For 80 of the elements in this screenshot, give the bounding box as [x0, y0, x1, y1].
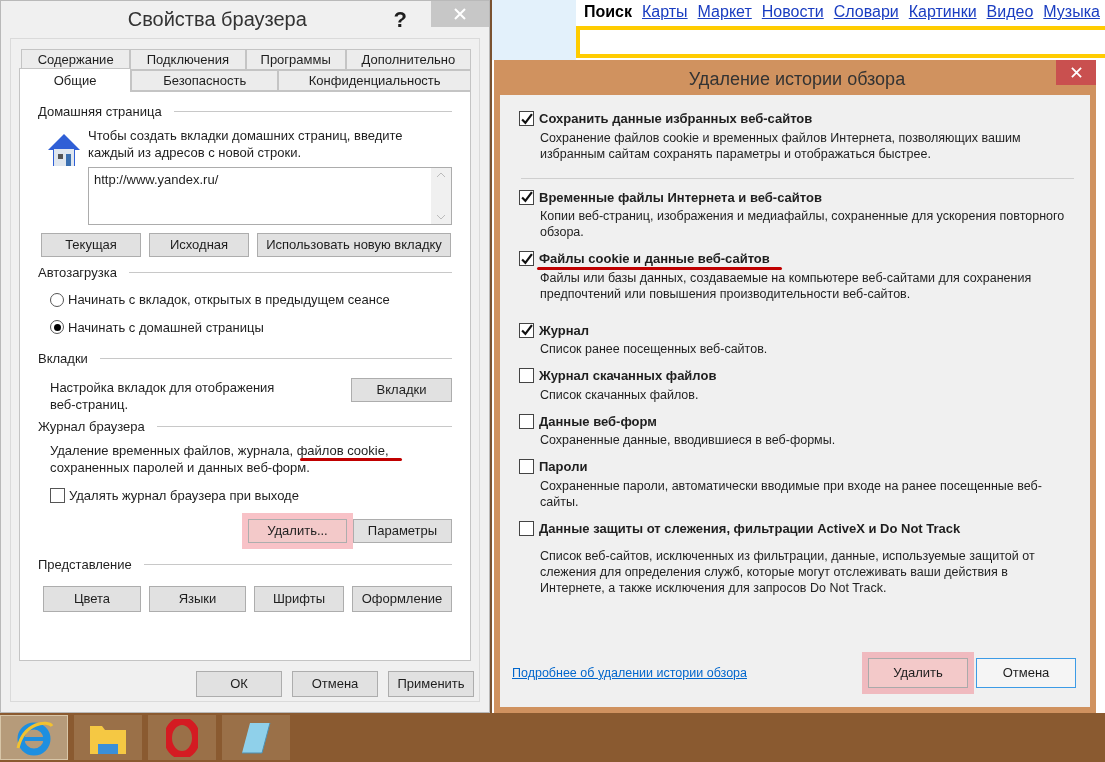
close-icon — [1070, 67, 1082, 78]
section-heading: Представление — [38, 555, 132, 574]
taskbar-button[interactable] — [74, 715, 142, 760]
o-logo-icon — [166, 718, 198, 757]
description-text: Удаление временных файлов, журнала, файлов cookie, сохраненных паролей и данных веб-форм. — [50, 442, 390, 476]
description-text: Сохраненные пароли, автоматически вводимые при входе на ранее посещенные веб-сайты. — [539, 477, 1043, 510]
description-text: Сохраненные данные, вводившиеся в веб-формы. — [539, 432, 837, 448]
tab[interactable]: Безопасность — [131, 70, 279, 91]
checkbox[interactable] — [519, 520, 534, 536]
hint-text: Чтобы создать вкладки домашних страниц, введите каждый из адресов с новой строки. — [88, 126, 404, 161]
button[interactable]: Текущая — [41, 232, 141, 257]
close-icon — [454, 8, 466, 20]
taskbar-button[interactable] — [222, 715, 290, 760]
nav-link[interactable]: Видео — [986, 1, 1034, 23]
button[interactable]: Удалить... — [248, 518, 347, 543]
section-heading: Журнал браузера — [38, 417, 145, 436]
checkbox[interactable] — [519, 251, 534, 267]
window-title: Удаление истории обзора — [687, 68, 907, 91]
button[interactable]: Удалить — [868, 658, 968, 688]
checkbox[interactable] — [519, 111, 534, 127]
description-text: Настройка вкладок для отображения веб-страниц. — [50, 378, 276, 413]
radio-label: Начинать с домашней страницы — [68, 318, 264, 337]
radio-button[interactable] — [50, 320, 64, 335]
section-heading: Вкладки — [38, 350, 88, 368]
radio-button[interactable] — [50, 292, 64, 307]
window-title: Свойства браузера — [126, 7, 308, 32]
tab[interactable]: Конфиденциальность — [278, 70, 471, 91]
house-icon — [46, 131, 82, 168]
checkbox[interactable] — [519, 413, 534, 429]
close-button[interactable] — [1056, 60, 1096, 85]
description-text: Список веб-сайтов, исключенных из фильтрации, данные, используемые защитой от слежения для определения служб, которые могут отслеживать ваши действия в Интернете, а также исключения для запросов Do Not Track. — [539, 548, 1036, 596]
nav-link[interactable]: Картинки — [908, 1, 977, 23]
section-heading: Автозагрузка — [38, 263, 117, 282]
nav-link[interactable]: Музыка — [1043, 1, 1100, 23]
section-heading: Домашняя страница — [38, 103, 162, 121]
nav-link[interactable]: Маркет — [697, 1, 752, 23]
checkbox[interactable] — [519, 189, 534, 205]
button[interactable]: Параметры — [353, 518, 452, 543]
button[interactable]: ОК — [196, 671, 282, 697]
checkbox-label: Временные файлы Интернета и веб-сайтов — [539, 188, 822, 207]
button[interactable]: Оформление — [352, 586, 452, 612]
button[interactable]: Исходная — [149, 232, 249, 257]
checkbox-label: Данные защиты от слежения, фильтрации ActiveX и Do Not Track — [539, 519, 961, 538]
tab[interactable]: Содержание — [21, 49, 131, 70]
radio-label: Начинать с вкладок, открытых в предыдущем сеансе — [68, 291, 390, 309]
button[interactable]: Шрифты — [254, 586, 344, 612]
button[interactable]: Отмена — [976, 658, 1076, 688]
nav-link[interactable]: Поиск — [584, 1, 632, 23]
button[interactable]: Использовать новую вкладку — [257, 232, 451, 257]
checkbox-label: Сохранить данные избранных веб-сайтов — [539, 110, 813, 128]
tab[interactable]: Подключения — [130, 49, 246, 70]
tab[interactable]: Дополнительно — [345, 49, 471, 70]
checkbox-label: Журнал — [539, 321, 590, 340]
description-text: Файлы или базы данных, создаваемые на компьютере веб-сайтами для сохранения предпочтений или повышения производительности веб-сайтов. — [539, 269, 1033, 302]
checkbox-label: Удалять журнал браузера при выходе — [69, 487, 299, 505]
checkbox[interactable] — [50, 488, 65, 504]
nav-link[interactable]: Новости — [761, 1, 824, 23]
tab[interactable]: Общие — [19, 68, 132, 92]
description-text: Список скачанных файлов. — [539, 386, 700, 403]
checkbox-label: Файлы cookie и данные веб-сайтов — [539, 250, 770, 268]
button[interactable]: Цвета — [43, 586, 141, 612]
tab[interactable]: Программы — [245, 49, 346, 70]
help-button[interactable]: ? — [393, 2, 407, 36]
nav-link[interactable]: Карты — [642, 1, 688, 23]
checkbox-label: Пароли — [539, 458, 588, 476]
button[interactable]: Языки — [149, 586, 246, 612]
checkbox-label: Журнал скачанных файлов — [539, 367, 717, 385]
checkbox[interactable] — [519, 459, 534, 475]
tabs-button[interactable]: Вкладки — [351, 377, 452, 402]
button[interactable]: Отмена — [292, 671, 378, 697]
help-link[interactable]: Подробнее об удалении истории обзора — [512, 663, 860, 683]
checkbox[interactable] — [519, 368, 534, 384]
button[interactable]: Применить — [388, 671, 474, 697]
description-text: Сохранение файлов cookie и временных файлов Интернета, позволяющих вашим избранным сайтам сохранять параметры и отображаться быстрее. — [539, 129, 1022, 162]
description-text: Список ранее посещенных веб-сайтов. — [539, 341, 769, 357]
description-text: Копии веб-страниц, изображения и медиафайлы, сохраненные для ускорения повторного обзора. — [539, 208, 1066, 240]
checkbox-label: Данные веб-форм — [539, 412, 657, 431]
nav-link[interactable]: Словари — [833, 1, 899, 23]
checkbox[interactable] — [519, 322, 534, 338]
search-field[interactable] — [576, 26, 1105, 58]
